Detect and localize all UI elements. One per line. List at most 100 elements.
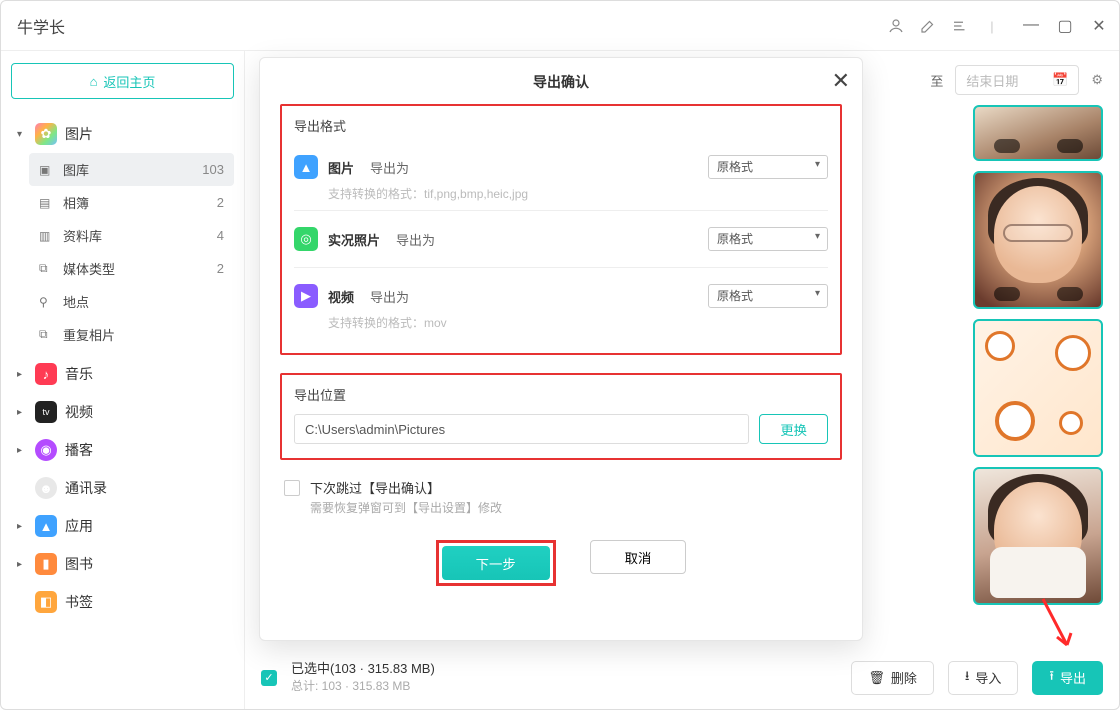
footer-bar: ✓ 已选中(103 · 315.83 MB) 总计: 103 · 315.83 … bbox=[261, 660, 1103, 695]
image-format-select[interactable]: 原格式 bbox=[708, 155, 828, 179]
caret-right-icon: ▸ bbox=[17, 559, 27, 570]
video-format-icon: ▶ bbox=[294, 284, 318, 308]
skip-confirmation-row: 下次跳过【导出确认】 需要恢复弹窗可到【导出设置】修改 bbox=[280, 478, 842, 516]
caret-right-icon: ▸ bbox=[17, 369, 27, 380]
sidebar-section-podcast[interactable]: ▸ ◉ 播客 bbox=[11, 431, 234, 469]
sidebar-item-count: 103 bbox=[202, 162, 224, 177]
cancel-button[interactable]: 取消 bbox=[590, 540, 687, 574]
export-button[interactable]: ⭱ 导出 bbox=[1032, 661, 1103, 695]
live-format-select[interactable]: 原格式 bbox=[708, 227, 828, 251]
edit-icon[interactable] bbox=[919, 17, 937, 35]
modal-close-button[interactable]: ✕ bbox=[832, 68, 850, 94]
caret-right-icon: ▸ bbox=[17, 521, 27, 532]
sidebar-section-bookmarks[interactable]: ▸ ◧ 书签 bbox=[11, 583, 234, 621]
sidebar: ⌂ 返回主页 ▾ ✿ 图片 ▣ 图库 103 ▤ 相簿 bbox=[1, 51, 245, 709]
sidebar-item-label: 相簿 bbox=[63, 193, 89, 212]
titlebar: 牛学长 | — ▢ ✕ bbox=[1, 1, 1119, 51]
format-row-live: ◎ 实况照片 导出为 原格式 bbox=[294, 217, 828, 261]
trash-icon: 🗑 bbox=[868, 670, 885, 686]
skip-label: 下次跳过【导出确认】 bbox=[310, 478, 502, 497]
modal-title: 导出确认 bbox=[280, 72, 842, 92]
sidebar-section-music[interactable]: ▸ ♪ 音乐 bbox=[11, 355, 234, 393]
music-icon: ♪ bbox=[35, 363, 57, 385]
sidebar-item-library[interactable]: ▣ 图库 103 bbox=[29, 153, 234, 186]
next-step-button[interactable]: 下一步 bbox=[442, 546, 550, 580]
divider bbox=[294, 267, 828, 268]
album-icon: ▤ bbox=[39, 196, 55, 210]
video-format-select[interactable]: 原格式 bbox=[708, 284, 828, 308]
back-home-label: 返回主页 bbox=[103, 72, 155, 91]
export-location-box: 导出位置 更换 bbox=[280, 373, 842, 460]
select-all-checkbox[interactable]: ✓ bbox=[261, 670, 277, 686]
total-summary: 总计: 103 · 315.83 MB bbox=[291, 678, 435, 695]
format-sub-image: 支持转换的格式：tif,png,bmp,heic,jpg bbox=[294, 185, 828, 202]
import-button[interactable]: ⭳ 导入 bbox=[948, 661, 1019, 695]
sidebar-section-books[interactable]: ▸ ▮ 图书 bbox=[11, 545, 234, 583]
home-icon: ⌂ bbox=[90, 74, 98, 89]
skip-sub: 需要恢复弹窗可到【导出设置】修改 bbox=[310, 499, 502, 516]
window-maximize[interactable]: ▢ bbox=[1057, 16, 1073, 36]
sidebar-section-contacts[interactable]: ▸ ☻ 通讯录 bbox=[11, 469, 234, 507]
top-filter: 至 结束日期 📅 ⚙ bbox=[930, 65, 1103, 95]
date-to-label: 至 bbox=[930, 71, 943, 90]
format-as-label: 导出为 bbox=[370, 158, 409, 177]
export-label: 导出 bbox=[1060, 668, 1086, 687]
delete-label: 删除 bbox=[891, 668, 917, 687]
export-format-box: 导出格式 ▲ 图片 导出为 原格式 支持转换的格式：tif,png,bmp,he… bbox=[280, 104, 842, 355]
change-path-button[interactable]: 更换 bbox=[759, 414, 828, 444]
sidebar-item-count: 4 bbox=[217, 228, 224, 243]
sidebar-apps-label: 应用 bbox=[65, 516, 93, 536]
format-row-video: ▶ 视频 导出为 原格式 bbox=[294, 274, 828, 318]
sidebar-item-label: 媒体类型 bbox=[63, 259, 115, 278]
format-as-label: 导出为 bbox=[370, 287, 409, 306]
delete-button[interactable]: 🗑 删除 bbox=[851, 661, 934, 695]
sidebar-music-label: 音乐 bbox=[65, 364, 93, 384]
modal-actions: 下一步 取消 bbox=[280, 540, 842, 586]
sidebar-section-photos[interactable]: ▾ ✿ 图片 bbox=[11, 115, 234, 153]
sidebar-section-apps[interactable]: ▸ ▲ 应用 bbox=[11, 507, 234, 545]
format-name: 视频 bbox=[328, 287, 354, 306]
caret-down-icon: ▾ bbox=[17, 129, 27, 140]
sidebar-item-media-type[interactable]: ⧉ 媒体类型 2 bbox=[29, 252, 234, 285]
sidebar-item-label: 资料库 bbox=[63, 226, 102, 245]
apps-icon: ▲ bbox=[35, 515, 57, 537]
format-row-image: ▲ 图片 导出为 原格式 bbox=[294, 145, 828, 189]
thumbnail[interactable] bbox=[973, 105, 1103, 161]
sidebar-item-location[interactable]: ⚲ 地点 bbox=[29, 285, 234, 318]
list-icon[interactable] bbox=[951, 17, 969, 35]
upload-icon: ⭱ bbox=[1049, 667, 1054, 689]
duplicate-icon: ⧉ bbox=[39, 327, 55, 342]
divider bbox=[294, 210, 828, 211]
sidebar-item-label: 图库 bbox=[63, 160, 89, 179]
skip-checkbox[interactable] bbox=[284, 480, 300, 496]
sidebar-item-albums[interactable]: ▤ 相簿 2 bbox=[29, 186, 234, 219]
sidebar-photos-label: 图片 bbox=[65, 124, 93, 144]
database-icon: ▥ bbox=[39, 229, 55, 243]
image-icon: ▲ bbox=[294, 155, 318, 179]
export-path-input[interactable] bbox=[294, 414, 749, 444]
window-minimize[interactable]: — bbox=[1023, 16, 1039, 36]
thumbnail[interactable] bbox=[973, 467, 1103, 605]
video-icon: tv bbox=[35, 401, 57, 423]
sidebar-item-count: 2 bbox=[217, 261, 224, 276]
settings-icon[interactable]: ⚙ bbox=[1091, 72, 1103, 88]
window-close[interactable]: ✕ bbox=[1091, 16, 1107, 36]
live-photo-icon: ◎ bbox=[294, 227, 318, 251]
photos-icon: ✿ bbox=[35, 123, 57, 145]
books-icon: ▮ bbox=[35, 553, 57, 575]
import-label: 导入 bbox=[975, 668, 1001, 687]
sidebar-video-label: 视频 bbox=[65, 402, 93, 422]
user-icon[interactable] bbox=[887, 17, 905, 35]
end-date-placeholder: 结束日期 bbox=[966, 71, 1018, 90]
sidebar-item-duplicates[interactable]: ⧉ 重复相片 bbox=[29, 318, 234, 351]
format-section-label: 导出格式 bbox=[294, 116, 828, 135]
caret-right-icon: ▸ bbox=[17, 407, 27, 418]
back-home-button[interactable]: ⌂ 返回主页 bbox=[11, 63, 234, 99]
sidebar-section-video[interactable]: ▸ tv 视频 bbox=[11, 393, 234, 431]
sidebar-item-count: 2 bbox=[217, 195, 224, 210]
thumbnail[interactable] bbox=[973, 319, 1103, 457]
sidebar-item-datacenter[interactable]: ▥ 资料库 4 bbox=[29, 219, 234, 252]
end-date-field[interactable]: 结束日期 📅 bbox=[955, 65, 1079, 95]
thumbnail[interactable] bbox=[973, 171, 1103, 309]
format-name: 图片 bbox=[328, 158, 354, 177]
